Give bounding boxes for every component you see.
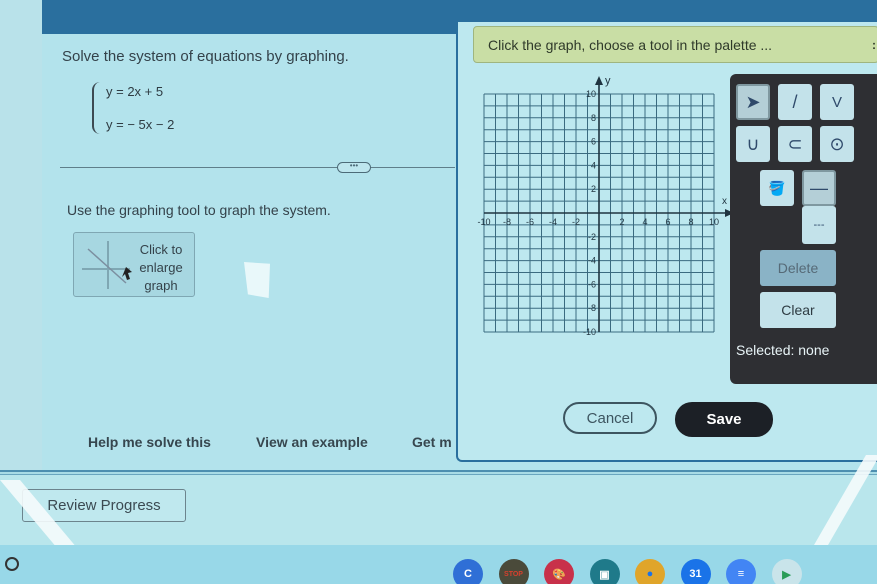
- app-chrome-icon[interactable]: ●: [635, 559, 665, 584]
- fill-tool-icon[interactable]: 🪣: [760, 170, 794, 206]
- x-tick-label: -6: [526, 217, 534, 227]
- tool-palette: ➤ / V ∪ ⊂ ⊙ 🪣 — --- Delete Clear Selecte…: [730, 74, 877, 384]
- instruction-text: Use the graphing tool to graph the syste…: [67, 202, 331, 218]
- y-tick-label: 4: [591, 160, 596, 170]
- y-tick-label: 8: [591, 113, 596, 123]
- y-axis-label: y: [605, 75, 611, 87]
- x-tick-label: -2: [572, 217, 580, 227]
- y-tick-label: -8: [588, 303, 596, 313]
- x-tick-label: -4: [549, 217, 557, 227]
- app-docs-icon[interactable]: ≡: [726, 559, 756, 584]
- launcher-icon[interactable]: [5, 557, 19, 571]
- delete-button[interactable]: Delete: [760, 250, 836, 286]
- clear-button[interactable]: Clear: [760, 292, 836, 328]
- x-tick-label: 6: [665, 217, 670, 227]
- brace: [92, 82, 102, 134]
- line-tool-icon[interactable]: /: [778, 84, 812, 120]
- x-tick-label: 10: [709, 217, 719, 227]
- hint-banner: Click the graph, choose a tool in the pa…: [473, 26, 877, 63]
- get-more-help-link[interactable]: Get m: [412, 434, 452, 450]
- dashed-line-style-icon[interactable]: ---: [802, 206, 836, 244]
- y-tick-label: 6: [591, 137, 596, 147]
- y-tick-label: 10: [586, 89, 596, 99]
- absolute-value-tool-icon[interactable]: V: [820, 84, 854, 120]
- divider: [60, 167, 455, 168]
- y-tick-label: -2: [588, 232, 596, 242]
- cancel-button[interactable]: Cancel: [563, 402, 657, 434]
- question-title: Solve the system of equations by graphin…: [62, 48, 349, 65]
- view-example-link[interactable]: View an example: [256, 434, 368, 450]
- solid-line-style-icon[interactable]: —: [802, 170, 836, 206]
- parabola-tool-icon[interactable]: ∪: [736, 126, 770, 162]
- coordinate-graph[interactable]: x y -10 -8 -6 -4 -2 2 4 6 8 10 10 8 6 4 2 -2 -4 -6 -8 -10: [464, 74, 734, 374]
- save-button[interactable]: Save: [675, 402, 773, 437]
- equation-system: y = 2x + 5 y = − 5x − 2: [92, 82, 174, 134]
- x-tick-label: -10: [477, 217, 490, 227]
- graph-dialog: Click the graph, choose a tool in the pa…: [456, 22, 877, 462]
- selected-status: Selected: none: [736, 342, 830, 358]
- y-tick-label: 2: [591, 184, 596, 194]
- equation-2: y = − 5x − 2: [106, 117, 175, 132]
- y-tick-label: -6: [588, 279, 596, 289]
- app-c-icon[interactable]: C: [453, 559, 483, 584]
- circle-tool-icon[interactable]: ⊙: [820, 126, 854, 162]
- enlarge-label: Click to enlarge graph: [139, 242, 183, 293]
- y-tick-label: -4: [588, 256, 596, 266]
- enlarge-graph-button[interactable]: Click to enlarge graph: [73, 232, 195, 297]
- screen-glare: [244, 262, 270, 298]
- separator: [0, 470, 877, 472]
- equation-1: y = 2x + 5: [106, 84, 164, 99]
- x-tick-label: -8: [503, 217, 511, 227]
- x-tick-label: 8: [688, 217, 693, 227]
- x-tick-label: 4: [642, 217, 647, 227]
- y-tick-label: -10: [583, 327, 596, 337]
- hint-more-icon[interactable]: :: [872, 38, 876, 52]
- app-classroom-icon[interactable]: ▣: [589, 559, 620, 584]
- x-axis-label: x: [722, 196, 727, 207]
- app-play-icon[interactable]: ▶: [771, 559, 802, 584]
- select-tool-icon[interactable]: ➤: [736, 84, 770, 120]
- help-me-solve-link[interactable]: Help me solve this: [88, 434, 211, 450]
- horizontal-parabola-tool-icon[interactable]: ⊂: [778, 126, 812, 162]
- app-paint-icon[interactable]: 🎨: [544, 559, 574, 584]
- y-axis-arrow: [595, 76, 603, 85]
- app-calendar-icon[interactable]: 31: [680, 559, 711, 584]
- expand-more-button[interactable]: •••: [337, 162, 371, 173]
- app-stop-icon[interactable]: STOP: [498, 559, 529, 584]
- left-margin: [0, 0, 42, 470]
- x-tick-label: 2: [619, 217, 624, 227]
- mini-graph-icon: [82, 241, 132, 289]
